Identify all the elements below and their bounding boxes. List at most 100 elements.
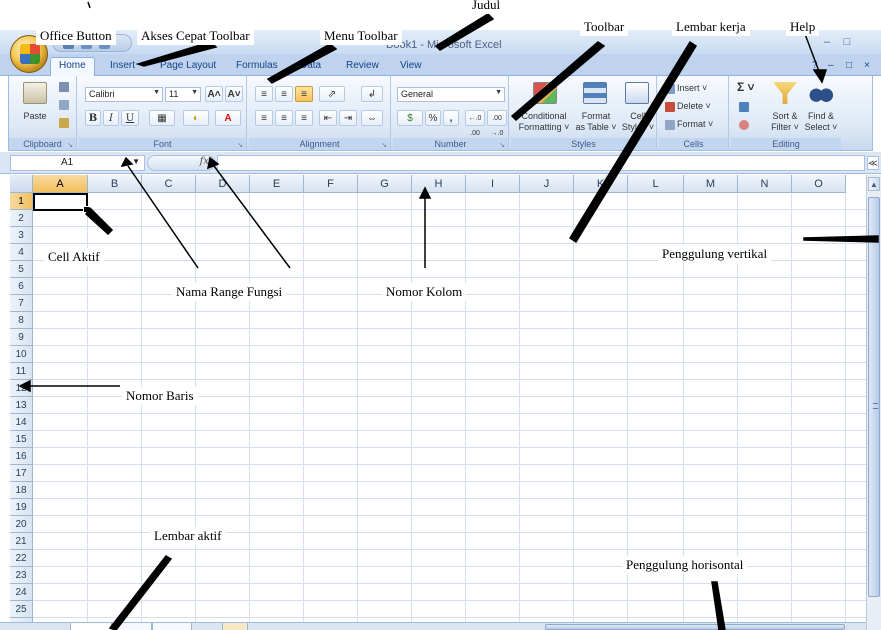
- merge-center-icon[interactable]: ⇔: [361, 110, 383, 126]
- column-header-o[interactable]: O: [792, 175, 846, 193]
- format-as-table-button[interactable]: Format as Table ˅: [573, 111, 619, 133]
- align-left-icon[interactable]: ≡: [255, 110, 273, 126]
- row-header-25[interactable]: 25: [10, 601, 33, 618]
- clipboard-launcher-icon[interactable]: ↘: [67, 141, 73, 149]
- sort-filter-icon[interactable]: [773, 82, 797, 104]
- row-header-20[interactable]: 20: [10, 516, 33, 533]
- italic-button[interactable]: I: [103, 110, 119, 126]
- column-header-c[interactable]: C: [142, 175, 196, 193]
- row-header-19[interactable]: 19: [10, 499, 33, 516]
- paste-icon[interactable]: [23, 82, 47, 104]
- percent-button[interactable]: %: [425, 110, 441, 126]
- row-header-6[interactable]: 6: [10, 278, 33, 295]
- delete-cells-icon[interactable]: [665, 102, 675, 112]
- tab-formulas[interactable]: Formulas: [228, 58, 286, 76]
- row-header-12[interactable]: 12: [10, 380, 33, 397]
- align-bottom-icon[interactable]: ≡: [295, 86, 313, 102]
- decrease-decimal-button[interactable]: .00 →.0: [487, 110, 507, 137]
- row-header-18[interactable]: 18: [10, 482, 33, 499]
- tab-view[interactable]: View: [392, 58, 430, 76]
- select-all-button[interactable]: [10, 175, 33, 193]
- currency-icon[interactable]: $: [397, 110, 423, 126]
- bold-button[interactable]: B: [85, 110, 101, 126]
- insert-cells-icon[interactable]: [665, 84, 675, 94]
- minimize-button[interactable]: –: [820, 36, 834, 50]
- insert-cells-button[interactable]: Insert ˅: [677, 83, 707, 94]
- row-header-22[interactable]: 22: [10, 550, 33, 567]
- row-header-8[interactable]: 8: [10, 312, 33, 329]
- column-header-b[interactable]: B: [88, 175, 142, 193]
- font-launcher-icon[interactable]: ↘: [237, 141, 243, 149]
- conditional-formatting-button[interactable]: Conditional Formatting ˅: [513, 111, 575, 133]
- grow-font-button[interactable]: A˄: [205, 86, 223, 102]
- cut-icon[interactable]: [59, 82, 69, 92]
- font-color-icon[interactable]: A: [215, 110, 241, 126]
- fill-icon[interactable]: [739, 102, 749, 112]
- vertical-scroll-thumb[interactable]: [868, 197, 880, 597]
- row-header-15[interactable]: 15: [10, 431, 33, 448]
- row-header-11[interactable]: 11: [10, 363, 33, 380]
- row-header-13[interactable]: 13: [10, 397, 33, 414]
- tab-review[interactable]: Review: [338, 58, 387, 76]
- column-header-f[interactable]: F: [304, 175, 358, 193]
- name-box[interactable]: A1 ▼: [10, 155, 145, 171]
- horizontal-scroll-thumb[interactable]: [545, 624, 845, 630]
- row-header-14[interactable]: 14: [10, 414, 33, 431]
- number-format-select[interactable]: General ▼: [397, 87, 505, 102]
- row-header-3[interactable]: 3: [10, 227, 33, 244]
- column-header-e[interactable]: E: [250, 175, 304, 193]
- row-header-16[interactable]: 16: [10, 448, 33, 465]
- column-header-l[interactable]: L: [628, 175, 684, 193]
- maximize-button[interactable]: □: [840, 36, 854, 50]
- format-painter-icon[interactable]: [59, 118, 69, 128]
- align-top-icon[interactable]: ≡: [255, 86, 273, 102]
- decrease-indent-icon[interactable]: ⇤: [319, 110, 337, 126]
- row-header-4[interactable]: 4: [10, 244, 33, 261]
- cell-styles-button[interactable]: Cell Styles ˅: [619, 111, 657, 133]
- fill-color-icon[interactable]: ◐: [183, 110, 209, 126]
- font-size-select[interactable]: 11 ▼: [165, 87, 201, 102]
- tab-data[interactable]: Data: [292, 58, 329, 76]
- comma-button[interactable]: ,: [443, 110, 459, 126]
- find-select-icon[interactable]: [809, 82, 833, 104]
- autosum-button[interactable]: Σ ˅: [737, 81, 755, 93]
- row-header-21[interactable]: 21: [10, 533, 33, 550]
- row-header-9[interactable]: 9: [10, 329, 33, 346]
- sheet-tab-sheet1[interactable]: [70, 623, 112, 630]
- conditional-formatting-icon[interactable]: [533, 82, 557, 104]
- increase-decimal-button[interactable]: ←.0 .00: [465, 110, 485, 137]
- align-middle-icon[interactable]: ≡: [275, 86, 293, 102]
- tab-page-layout[interactable]: Page Layout: [152, 58, 224, 76]
- expand-formula-bar-icon[interactable]: ≪: [867, 156, 879, 170]
- sort-filter-button[interactable]: Sort & Filter ˅: [765, 111, 805, 133]
- column-header-k[interactable]: K: [574, 175, 628, 193]
- font-family-select[interactable]: Calibri ▼: [85, 87, 163, 102]
- find-select-button[interactable]: Find & Select ˅: [801, 111, 841, 133]
- orientation-icon[interactable]: ⇗: [319, 86, 345, 102]
- row-header-10[interactable]: 10: [10, 346, 33, 363]
- column-header-d[interactable]: D: [196, 175, 250, 193]
- align-right-icon[interactable]: ≡: [295, 110, 313, 126]
- row-header-1[interactable]: 1: [10, 193, 33, 210]
- wrap-text-icon[interactable]: ↲: [361, 86, 383, 102]
- cell-styles-icon[interactable]: [625, 82, 649, 104]
- delete-cells-button[interactable]: Delete ˅: [677, 101, 711, 112]
- row-header-7[interactable]: 7: [10, 295, 33, 312]
- increase-indent-icon[interactable]: ⇥: [339, 110, 357, 126]
- formula-input[interactable]: [217, 155, 865, 171]
- shrink-font-button[interactable]: A˅: [225, 86, 243, 102]
- sheet-tab-sheet3[interactable]: [152, 623, 192, 630]
- column-header-n[interactable]: N: [738, 175, 792, 193]
- borders-icon[interactable]: ▦: [149, 110, 175, 126]
- alignment-launcher-icon[interactable]: ↘: [381, 141, 387, 149]
- align-center-icon[interactable]: ≡: [275, 110, 293, 126]
- format-as-table-icon[interactable]: [583, 82, 607, 104]
- underline-button[interactable]: U: [121, 110, 139, 126]
- scroll-up-icon[interactable]: ▲: [868, 177, 880, 191]
- insert-sheet-icon[interactable]: [222, 623, 248, 630]
- column-header-a[interactable]: A: [33, 175, 88, 193]
- number-launcher-icon[interactable]: ↘: [499, 141, 505, 149]
- copy-icon[interactable]: [59, 100, 69, 110]
- clear-icon[interactable]: [739, 120, 749, 130]
- format-cells-button[interactable]: Format ˅: [677, 119, 713, 130]
